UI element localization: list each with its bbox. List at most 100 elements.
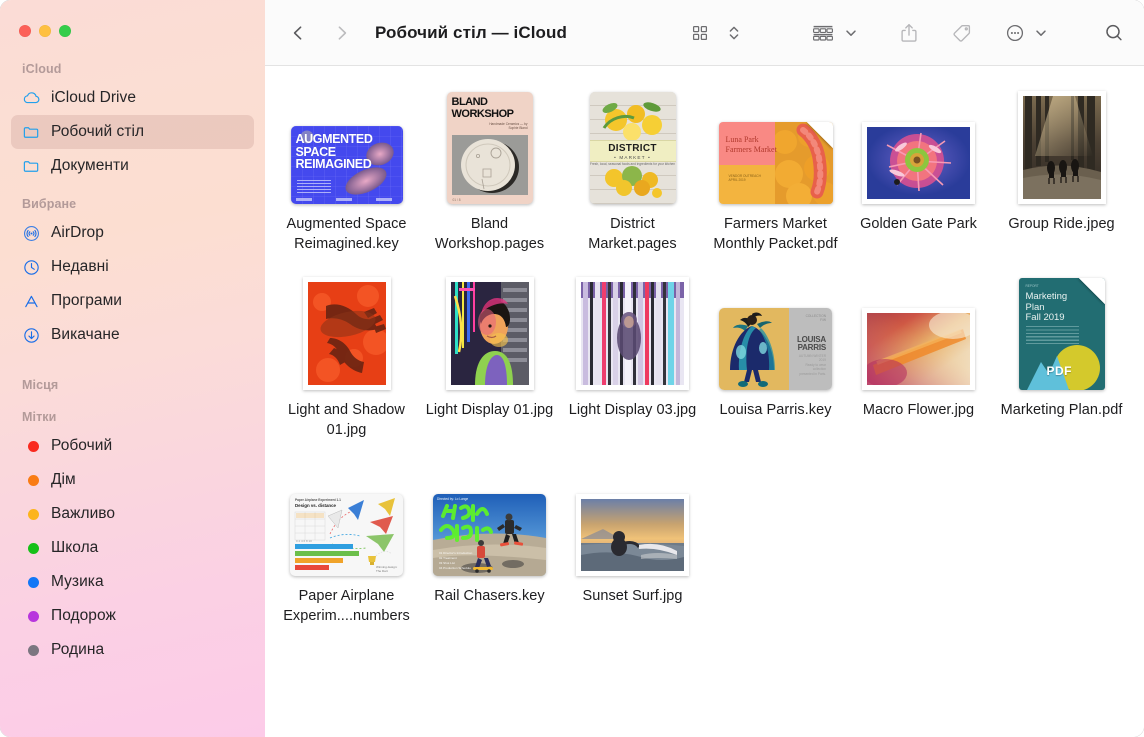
thumb-text: WORKSHOP <box>452 109 514 121</box>
pdf-badge: PDF <box>1047 364 1073 378</box>
file-thumbnail: AUGMENTED SPACE REIMAGINED <box>282 88 412 204</box>
sidebar-item-documents[interactable]: Документи <box>11 149 254 183</box>
file-name: District Market.pages <box>565 214 700 254</box>
thumb-text: PARRIS <box>797 344 826 352</box>
file-item[interactable]: REPORT Marketing Plan Fall 2019 PDF <box>990 270 1133 440</box>
file-grid: AUGMENTED SPACE REIMAGINED Augmented Spa… <box>265 66 1144 737</box>
sidebar-item-airdrop[interactable]: AirDrop <box>11 216 254 250</box>
file-thumbnail: Directed by: Lo Lange 01 Director's Intr… <box>425 460 555 576</box>
file-item[interactable]: Macro Flower.jpg <box>847 270 990 440</box>
more-actions-control[interactable] <box>1000 16 1050 50</box>
thumb-text: Handmade Ceramics — by Sophie Bland <box>486 122 528 131</box>
forward-button[interactable] <box>325 16 359 50</box>
folder-icon <box>21 156 41 176</box>
sidebar-tag-home[interactable]: Дім <box>11 463 254 497</box>
sidebar-item-recents[interactable]: Недавні <box>11 250 254 284</box>
file-item[interactable]: Golden Gate Park <box>847 84 990 254</box>
group-by-button[interactable] <box>806 16 840 50</box>
minimize-button[interactable] <box>39 25 51 37</box>
sidebar-group-header: Мітки <box>0 410 265 429</box>
sidebar-item-label: Недавні <box>51 258 109 276</box>
file-thumbnail: Paper Airplane Experiment 1.1 Design vs.… <box>282 460 412 576</box>
file-item[interactable]: LOUISA PARRIS COLLECTIONF/W AUTUMN WINTE… <box>704 270 847 440</box>
sidebar-item-label: Дім <box>51 471 76 489</box>
sidebar-group-favourites: Вибране AirDrop Недавні Програми <box>0 197 265 352</box>
file-item[interactable]: Directed by: Lo Lange 01 Director's Intr… <box>418 456 561 626</box>
file-name: Macro Flower.jpg <box>851 400 986 420</box>
file-name: Light Display 01.jpg <box>422 400 557 420</box>
file-thumbnail: BLAND WORKSHOP Handmade Ceramics — by So… <box>425 88 555 204</box>
sidebar-group-tags: Мітки Робочий Дім Важливо Школа Музика <box>0 410 265 667</box>
sidebar-group-icloud: iCloud iCloud Drive Робочий стіл Докумен… <box>0 62 265 183</box>
sidebar-tag-school[interactable]: Школа <box>11 531 254 565</box>
file-item[interactable]: Light Display 03.jpg <box>561 270 704 440</box>
file-thumbnail: REPORT Marketing Plan Fall 2019 PDF <box>997 274 1127 390</box>
file-thumbnail <box>425 274 555 390</box>
more-actions-button[interactable] <box>1000 16 1030 50</box>
share-button[interactable] <box>894 16 924 50</box>
more-actions-chevron[interactable] <box>1032 16 1050 50</box>
tag-dot-icon <box>21 504 41 524</box>
sidebar-tag-work[interactable]: Робочий <box>11 429 254 463</box>
sidebar-item-label: Важливо <box>51 505 115 523</box>
tag-button[interactable] <box>946 16 978 50</box>
close-button[interactable] <box>19 25 31 37</box>
thumb-text: Farmers Market <box>726 145 777 155</box>
file-item[interactable]: Group Ride.jpeg <box>990 84 1133 254</box>
zoom-button[interactable] <box>59 25 71 37</box>
file-item[interactable]: Luna Park Farmers Market VENDOR OUTREACH… <box>704 84 847 254</box>
file-item[interactable]: BLAND WORKSHOP Handmade Ceramics — by So… <box>418 84 561 254</box>
group-by-control[interactable] <box>806 16 860 50</box>
file-item[interactable]: AUGMENTED SPACE REIMAGINED Augmented Spa… <box>275 84 418 254</box>
thumb-text: AUGMENTED <box>296 133 373 146</box>
file-name: Light and Shadow 01.jpg <box>279 400 414 440</box>
downloads-icon <box>21 325 41 345</box>
folder-icon <box>21 122 41 142</box>
file-item[interactable]: Paper Airplane Experiment 1.1 Design vs.… <box>275 456 418 626</box>
file-name: Marketing Plan.pdf <box>994 400 1129 420</box>
view-stepper-button[interactable] <box>722 16 746 50</box>
file-thumbnail <box>854 274 984 390</box>
clock-icon <box>21 257 41 277</box>
file-thumbnail <box>997 88 1127 204</box>
sidebar-item-label: Програми <box>51 292 122 310</box>
file-item[interactable]: Light Display 01.jpg <box>418 270 561 440</box>
file-name: Louisa Parris.key <box>708 400 843 420</box>
sidebar-item-label: Школа <box>51 539 98 557</box>
applications-icon <box>21 291 41 311</box>
file-item[interactable]: DISTRICT • MARKET • Fresh, local, season… <box>561 84 704 254</box>
file-thumbnail: DISTRICT • MARKET • Fresh, local, season… <box>568 88 698 204</box>
file-thumbnail: Luna Park Farmers Market VENDOR OUTREACH… <box>711 88 841 204</box>
finder-window: iCloud iCloud Drive Робочий стіл Докумен… <box>0 0 1144 737</box>
svg-text:Directed by: Lo Lange: Directed by: Lo Lange <box>437 497 468 501</box>
sidebar-tag-important[interactable]: Важливо <box>11 497 254 531</box>
tag-dot-icon <box>21 538 41 558</box>
file-name: Farmers Market Monthly Packet.pdf <box>708 214 843 254</box>
group-by-chevron[interactable] <box>842 16 860 50</box>
search-button[interactable] <box>1098 16 1130 50</box>
icon-view-button[interactable] <box>686 16 714 50</box>
sidebar-item-label: Документи <box>51 157 129 175</box>
file-item[interactable]: Light and Shadow 01.jpg <box>275 270 418 440</box>
svg-text:02 Treatment: 02 Treatment <box>439 556 457 560</box>
file-item[interactable]: Sunset Surf.jpg <box>561 456 704 626</box>
back-button[interactable] <box>281 16 315 50</box>
sidebar: iCloud iCloud Drive Робочий стіл Докумен… <box>0 0 265 737</box>
sidebar-item-downloads[interactable]: Викачане <box>11 318 254 352</box>
svg-text:03 Shot List: 03 Shot List <box>439 561 455 565</box>
content-pane: Робочий стіл — iCloud <box>265 0 1144 737</box>
sidebar-item-applications[interactable]: Програми <box>11 284 254 318</box>
sidebar-tag-music[interactable]: Музика <box>11 565 254 599</box>
toolbar: Робочий стіл — iCloud <box>265 0 1144 66</box>
sidebar-item-desktop[interactable]: Робочий стіл <box>11 115 254 149</box>
page-fold-corner <box>807 122 833 148</box>
sidebar-item-icloud-drive[interactable]: iCloud Drive <box>11 81 254 115</box>
file-name: Light Display 03.jpg <box>565 400 700 420</box>
sidebar-item-label: iCloud Drive <box>51 89 136 107</box>
file-name: Sunset Surf.jpg <box>565 586 700 606</box>
file-name: Group Ride.jpeg <box>994 214 1129 234</box>
sidebar-item-label: Викачане <box>51 326 120 344</box>
page-fold-corner <box>1079 278 1105 304</box>
sidebar-tag-family[interactable]: Родина <box>11 633 254 667</box>
sidebar-tag-travel[interactable]: Подорож <box>11 599 254 633</box>
